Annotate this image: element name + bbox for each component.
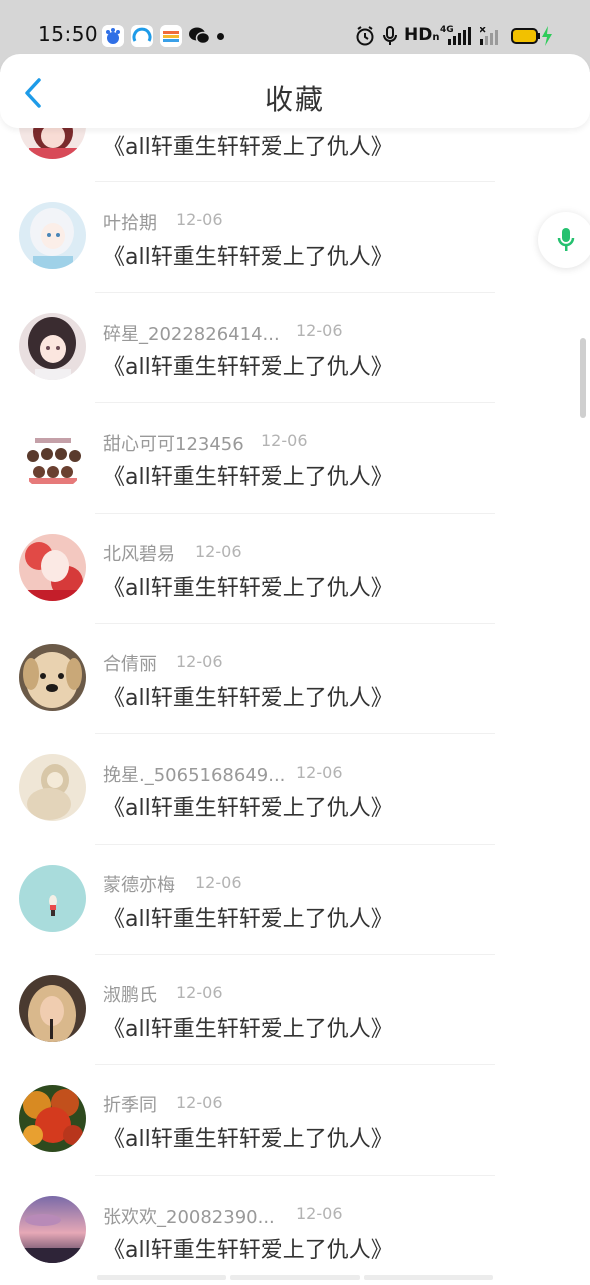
username[interactable]: 碎星_2022826414... — [103, 320, 280, 346]
favorite-title[interactable]: 《all轩重生轩轩爱上了仇人》 — [103, 1121, 393, 1153]
stripes-app-icon — [160, 25, 182, 47]
date: 12-06 — [176, 652, 223, 671]
favorite-title[interactable]: 《all轩重生轩轩爱上了仇人》 — [103, 901, 393, 933]
list-item[interactable]: 折季同 12-06 《all轩重生轩轩爱上了仇人》 — [0, 1064, 590, 1174]
date: 12-06 — [195, 542, 242, 561]
favorite-title[interactable]: 《all轩重生轩轩爱上了仇人》 — [103, 349, 393, 381]
list-item[interactable]: 甜心可可123456 12-06 《all轩重生轩轩爱上了仇人》 — [0, 402, 590, 512]
username[interactable]: 北风碧易 — [103, 540, 175, 566]
header-bar: 收藏 — [0, 54, 590, 128]
favorite-title[interactable]: 《all轩重生轩轩爱上了仇人》 — [103, 239, 393, 271]
list-item[interactable]: 淑鹏氏 12-06 《all轩重生轩轩爱上了仇人》 — [0, 954, 590, 1064]
favorite-title[interactable]: 《all轩重生轩轩爱上了仇人》 — [103, 1011, 393, 1043]
username[interactable]: 淑鹏氏 — [103, 981, 157, 1007]
wechat-icon — [188, 26, 211, 50]
date: 12-06 — [296, 321, 343, 340]
notification-dot — [217, 33, 224, 40]
list-item[interactable]: 北风碧易 12-06 《all轩重生轩轩爱上了仇人》 — [0, 513, 590, 623]
scrollbar[interactable] — [580, 338, 586, 418]
alarm-icon — [355, 25, 375, 51]
username[interactable]: 叶拾期 — [103, 209, 157, 235]
blonde-photo-avatar[interactable] — [19, 975, 86, 1042]
date: 12-06 — [296, 763, 343, 782]
puppy-avatar[interactable] — [19, 644, 86, 711]
charging-icon — [541, 26, 553, 50]
signal-2-icon — [479, 26, 502, 49]
signal-icon — [448, 27, 472, 49]
favorite-title[interactable]: 《all轩重生轩轩爱上了仇人》 — [103, 459, 393, 491]
list-item[interactable]: 挽星._5065168649... 12-06 《all轩重生轩轩爱上了仇人》 — [0, 733, 590, 843]
cartoon-group-avatar[interactable] — [19, 424, 86, 491]
username[interactable]: 张欢欢_20082390... — [103, 1203, 275, 1229]
list-item[interactable]: 碎星_2022826414... 12-06 《all轩重生轩轩爱上了仇人》 — [0, 292, 590, 402]
voice-input-button[interactable] — [538, 212, 590, 268]
browser-app-icon — [131, 25, 153, 47]
username[interactable]: 挽星._5065168649... — [103, 761, 285, 787]
date: 12-06 — [176, 210, 223, 229]
mic-icon — [382, 25, 398, 51]
favorite-title[interactable]: 《all轩重生轩轩爱上了仇人》 — [103, 129, 393, 161]
favorite-title[interactable]: 《all轩重生轩轩爱上了仇人》 — [103, 790, 393, 822]
bottom-divider — [97, 1275, 493, 1280]
username[interactable]: 合倩丽 — [103, 650, 157, 676]
anime-white-hair-avatar[interactable] — [19, 202, 86, 269]
sunset-sky-avatar[interactable] — [19, 1196, 86, 1263]
favorite-title[interactable]: 《all轩重生轩轩爱上了仇人》 — [103, 570, 393, 602]
page-title: 收藏 — [264, 83, 325, 116]
microphone-icon — [557, 228, 575, 251]
username[interactable]: 甜心可可123456 — [103, 430, 244, 456]
anime-dark-hair-avatar[interactable] — [19, 313, 86, 380]
autumn-tree-avatar[interactable] — [19, 1085, 86, 1152]
username[interactable]: 蒙德亦梅 — [103, 871, 175, 897]
list-item[interactable]: 合倩丽 12-06 《all轩重生轩轩爱上了仇人》 — [0, 623, 590, 733]
date: 12-06 — [176, 983, 223, 1002]
username[interactable]: 折季同 — [103, 1091, 157, 1117]
date: 12-06 — [296, 1204, 343, 1223]
list-item[interactable]: 叶拾期 12-06 《all轩重生轩轩爱上了仇人》 — [0, 182, 590, 292]
baidu-app-icon — [102, 25, 124, 47]
favorite-title[interactable]: 《all轩重生轩轩爱上了仇人》 — [103, 1232, 393, 1264]
battery-icon — [511, 27, 541, 49]
teal-ice-cream-avatar[interactable] — [19, 865, 86, 932]
date: 12-06 — [176, 1093, 223, 1112]
list-item[interactable]: 蒙德亦梅 12-06 《all轩重生轩轩爱上了仇人》 — [0, 844, 590, 954]
sepia-portrait-avatar[interactable] — [19, 754, 86, 821]
favorite-title[interactable]: 《all轩重生轩轩爱上了仇人》 — [103, 680, 393, 712]
list-item[interactable]: 张欢欢_20082390... 12-06 《all轩重生轩轩爱上了仇人》 — [0, 1175, 590, 1285]
network-type: HDn — [404, 25, 440, 45]
status-time: 15:50 — [38, 22, 99, 46]
date: 12-06 — [195, 873, 242, 892]
date: 12-06 — [261, 431, 308, 450]
red-flower-girl-avatar[interactable] — [19, 534, 86, 601]
